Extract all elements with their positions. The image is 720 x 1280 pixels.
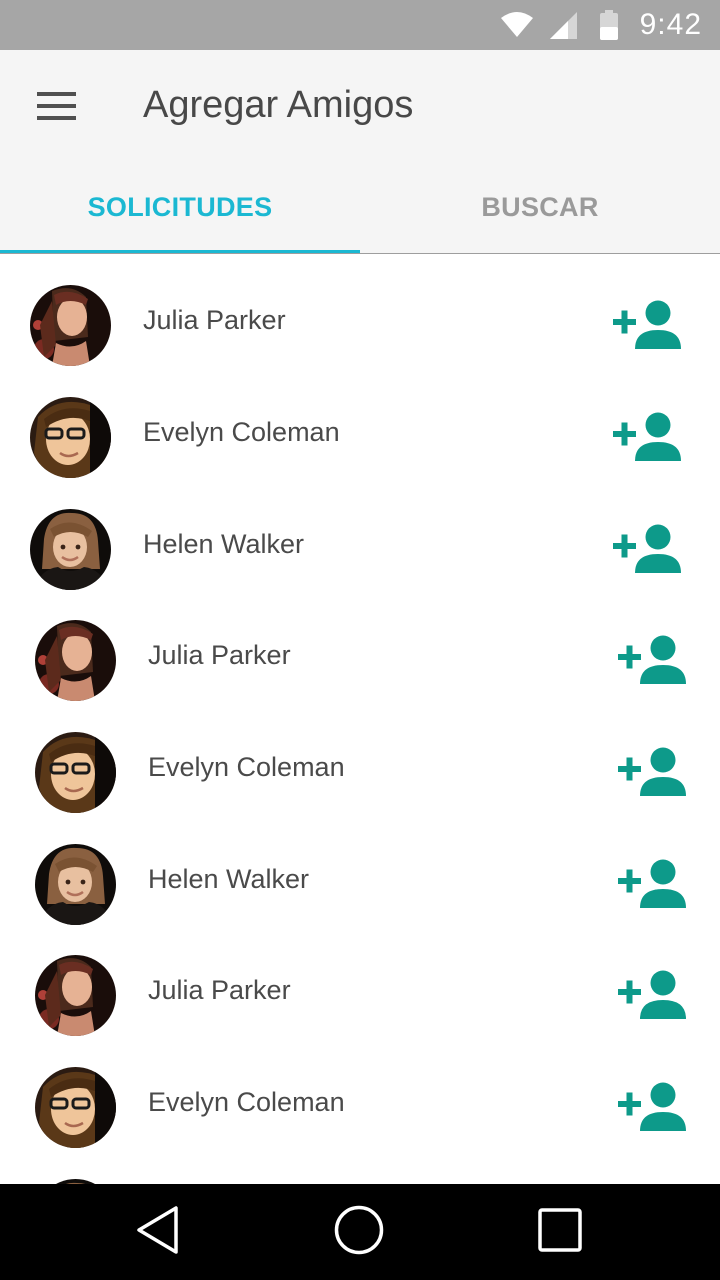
tab-buscar[interactable]: BUSCAR [360,168,720,254]
avatar [35,732,116,813]
menu-button[interactable] [28,85,86,131]
avatar [30,285,111,366]
add-person-icon [618,1082,690,1140]
avatar [30,397,111,478]
friend-name: Julia Parker [143,305,286,335]
navigation-bar [0,1184,720,1280]
list-item[interactable]: Julia Parker [0,264,720,376]
tab-solicitudes[interactable]: SOLICITUDES [0,168,360,254]
avatar [35,844,116,925]
list-item[interactable]: Julia Parker [0,599,720,711]
page-title: Agregar Amigos [143,84,414,126]
list-item[interactable]: Julia Parker [0,934,720,1046]
friend-name: Helen Walker [148,864,310,894]
app-bar: Agregar Amigos SOLICITUDES BUSCAR [0,50,720,254]
friend-name: Helen Walker [143,529,305,559]
signal-icon [550,12,578,45]
tab-label: SOLICITUDES [87,191,273,222]
hamburger-menu-icon [37,91,77,125]
add-friend-button[interactable] [613,300,685,354]
tab-label: BUSCAR [481,191,599,222]
friend-name: Julia Parker [148,640,291,670]
friend-name: Evelyn Coleman [143,417,340,447]
friend-name: Evelyn Coleman [148,1087,345,1117]
add-friend-button[interactable] [613,412,685,466]
avatar [35,955,116,1036]
list-item[interactable]: Evelyn Coleman [0,376,720,488]
add-person-icon [618,747,690,805]
tab-bar: SOLICITUDES BUSCAR [0,168,720,254]
add-friend-button[interactable] [618,747,690,801]
avatar [30,509,111,590]
screen: 9:42 Agregar Amigos SOLICITUDES BUSCAR J… [0,0,720,1280]
back-button[interactable] [128,1202,188,1262]
friend-name: Julia Parker [148,975,291,1005]
friend-name: Evelyn Coleman [148,752,345,782]
battery-icon [599,10,619,45]
list-item[interactable]: Evelyn Coleman [0,1046,720,1158]
home-button[interactable] [329,1202,389,1262]
list-item[interactable]: Helen Walker [0,823,720,935]
list-item[interactable]: Helen Walker [0,488,720,600]
add-person-icon [618,635,690,693]
friend-request-list[interactable]: Julia Parker Evelyn Coleman Helen Walker… [0,254,720,1184]
add-friend-button[interactable] [618,859,690,913]
wifi-icon [500,10,534,43]
add-person-icon [613,300,685,358]
add-person-icon [613,524,685,582]
recents-button[interactable] [530,1202,590,1262]
list-item[interactable]: Evelyn Coleman [0,711,720,823]
status-time: 9:42 [639,8,702,41]
add-person-icon [618,859,690,917]
add-person-icon [613,412,685,470]
status-bar: 9:42 [0,0,720,50]
add-friend-button[interactable] [613,524,685,578]
add-person-icon [618,970,690,1028]
add-friend-button[interactable] [618,970,690,1024]
avatar [35,1067,116,1148]
back-icon [135,1204,181,1261]
add-friend-button[interactable] [618,635,690,689]
add-friend-button[interactable] [618,1082,690,1136]
recents-icon [537,1207,583,1258]
avatar [35,620,116,701]
list-item[interactable] [0,1158,720,1184]
home-icon [333,1204,385,1261]
